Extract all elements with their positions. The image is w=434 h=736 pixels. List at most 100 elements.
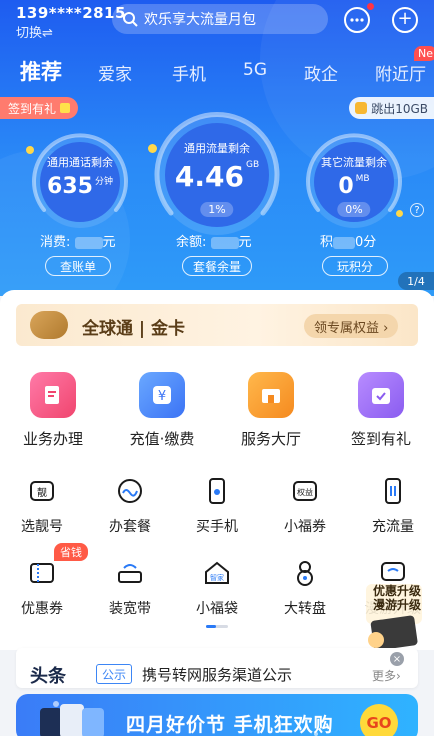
tab-5g[interactable]: 5G <box>243 60 267 80</box>
svg-text:智家: 智家 <box>210 573 224 582</box>
bill-button[interactable]: 查账单 <box>45 256 111 276</box>
notification-dot <box>367 3 374 10</box>
service-hall-icon[interactable] <box>248 372 294 418</box>
add-button[interactable]: + <box>392 7 418 33</box>
tab-government[interactable]: 政企 <box>304 60 338 85</box>
message-button[interactable] <box>344 7 370 33</box>
call-gauge-marker <box>26 146 34 154</box>
wheel-icon[interactable] <box>288 556 322 590</box>
tab-home[interactable]: 爱家 <box>98 60 132 85</box>
masked-value <box>333 236 356 249</box>
data-gauge[interactable]: 通用流量剩余 4.46 GB 1% <box>152 110 282 240</box>
broadband-icon[interactable] <box>113 556 147 590</box>
spend-stat: 消费: 元 <box>40 235 116 250</box>
wheel-label[interactable]: 大转盘 <box>262 598 348 618</box>
carousel-indicator: 1/4 <box>398 272 434 290</box>
store-icon <box>262 389 280 403</box>
data-recharge-label[interactable]: 充流量 <box>350 516 434 536</box>
ticket-icon: 权益 <box>293 481 317 501</box>
tab-nearby[interactable]: 附近厅 <box>375 60 426 85</box>
close-icon[interactable]: × <box>390 652 404 666</box>
floating-promo-text: 优惠升级 漫游升级 <box>372 584 421 612</box>
gotone-logo-icon <box>30 311 68 339</box>
tab-phone[interactable]: 手机 <box>172 60 206 85</box>
lucky-bag-icon[interactable]: 智家 <box>200 556 234 590</box>
home-icon: 智家 <box>205 561 229 584</box>
recharge-icon[interactable]: ¥ <box>139 372 185 418</box>
other-gauge-title: 其它流量剩余 <box>321 156 387 169</box>
svg-text:靓: 靓 <box>37 486 47 499</box>
news-more-link[interactable]: 更多› <box>372 667 401 684</box>
wave-icon <box>118 479 142 503</box>
lucky-bag-label[interactable]: 小福袋 <box>174 598 260 618</box>
buy-phone-label[interactable]: 买手机 <box>174 516 260 536</box>
yuan-icon: ¥ <box>153 386 171 404</box>
router-icon <box>118 564 142 583</box>
jump-label: 跳出10GB <box>371 101 428 116</box>
plus-icon: + <box>397 8 413 29</box>
phone-number: 139****2815 <box>16 4 126 22</box>
package-icon[interactable] <box>113 474 147 508</box>
svg-text:权益: 权益 <box>297 487 313 497</box>
news-headline[interactable]: 携号转网服务渠道公示 <box>142 664 292 685</box>
data-gauge-title: 通用流量剩余 <box>184 142 250 155</box>
buy-phone-icon[interactable] <box>200 474 234 508</box>
gold-card-title: 全球通 | 金卡 <box>82 319 186 339</box>
signin-gift-button[interactable]: 签到有礼 <box>0 97 79 119</box>
news-head: 头条 <box>30 666 66 687</box>
recharge-label[interactable]: 充值·缴费 <box>112 428 212 449</box>
coupon-label[interactable]: 小福券 <box>262 516 348 536</box>
coin-icon <box>355 102 368 114</box>
other-gauge-percent: 0% <box>337 202 371 217</box>
data-transfer-icon <box>385 478 401 504</box>
go-button[interactable]: GO <box>360 704 398 736</box>
banner-text: 四月好价节 手机狂欢购 <box>126 714 334 736</box>
voucher-card-icon <box>30 563 54 583</box>
search-icon <box>123 12 138 27</box>
chat-icon <box>350 18 364 22</box>
business-handling-icon[interactable] <box>30 372 76 418</box>
data-recharge-icon[interactable] <box>376 474 410 508</box>
help-icon[interactable]: ? <box>410 203 424 217</box>
broadband-label[interactable]: 装宽带 <box>87 598 173 618</box>
gift-icon <box>60 103 71 113</box>
new-badge: Ne <box>414 46 434 61</box>
checkin-label[interactable]: 签到有礼 <box>331 428 431 449</box>
call-gauge-title: 通用通话剩余 <box>47 156 113 169</box>
package-label[interactable]: 办套餐 <box>87 516 173 536</box>
search-bar[interactable]: 欢乐享大流量月包 <box>112 4 328 34</box>
save-money-badge: 省钱 <box>54 543 88 561</box>
balance-stat: 余额: 元 <box>176 235 252 250</box>
voucher-label[interactable]: 优惠券 <box>0 598 85 618</box>
masked-value <box>74 236 103 249</box>
other-gauge-value: 0 MB <box>338 174 370 199</box>
service-hall-label[interactable]: 服务大厅 <box>221 428 321 449</box>
calendar-icon <box>372 388 390 404</box>
search-placeholder: 欢乐享大流量月包 <box>144 12 256 28</box>
coupon-icon[interactable]: 权益 <box>288 474 322 508</box>
switch-account-button[interactable]: 切换⇌ <box>16 22 53 41</box>
package-balance-button[interactable]: 套餐余量 <box>182 256 252 276</box>
phones-image-icon <box>40 704 104 736</box>
news-tag: 公示 <box>96 664 133 684</box>
data-gauge-marker <box>148 144 157 153</box>
points-button[interactable]: 玩积分 <box>322 256 388 276</box>
tab-recommend[interactable]: 推荐 <box>20 56 62 86</box>
points-stat: 积 0分 <box>320 235 377 250</box>
data-gauge-percent: 1% <box>200 202 234 217</box>
lucky-number-label[interactable]: 选靓号 <box>0 516 85 536</box>
checkin-icon[interactable] <box>358 372 404 418</box>
edit-doc-icon <box>45 386 59 404</box>
voucher-icon[interactable] <box>25 556 59 590</box>
business-handling-label[interactable]: 业务办理 <box>3 428 103 449</box>
phone-icon <box>209 478 225 504</box>
jump-10gb-button[interactable]: 跳出10GB <box>349 97 434 119</box>
grid-page-dots <box>206 625 228 628</box>
claim-benefits-button[interactable]: 领专属权益 › <box>304 314 399 338</box>
call-gauge[interactable]: 通用通话剩余 635 分钟 <box>30 132 130 232</box>
masked-value <box>210 236 239 249</box>
other-gauge[interactable]: 其它流量剩余 0 MB 0% <box>304 132 404 232</box>
lucky-number-icon[interactable]: 靓 <box>25 474 59 508</box>
signin-label: 签到有礼 <box>8 101 57 116</box>
other-gauge-marker <box>396 210 403 217</box>
